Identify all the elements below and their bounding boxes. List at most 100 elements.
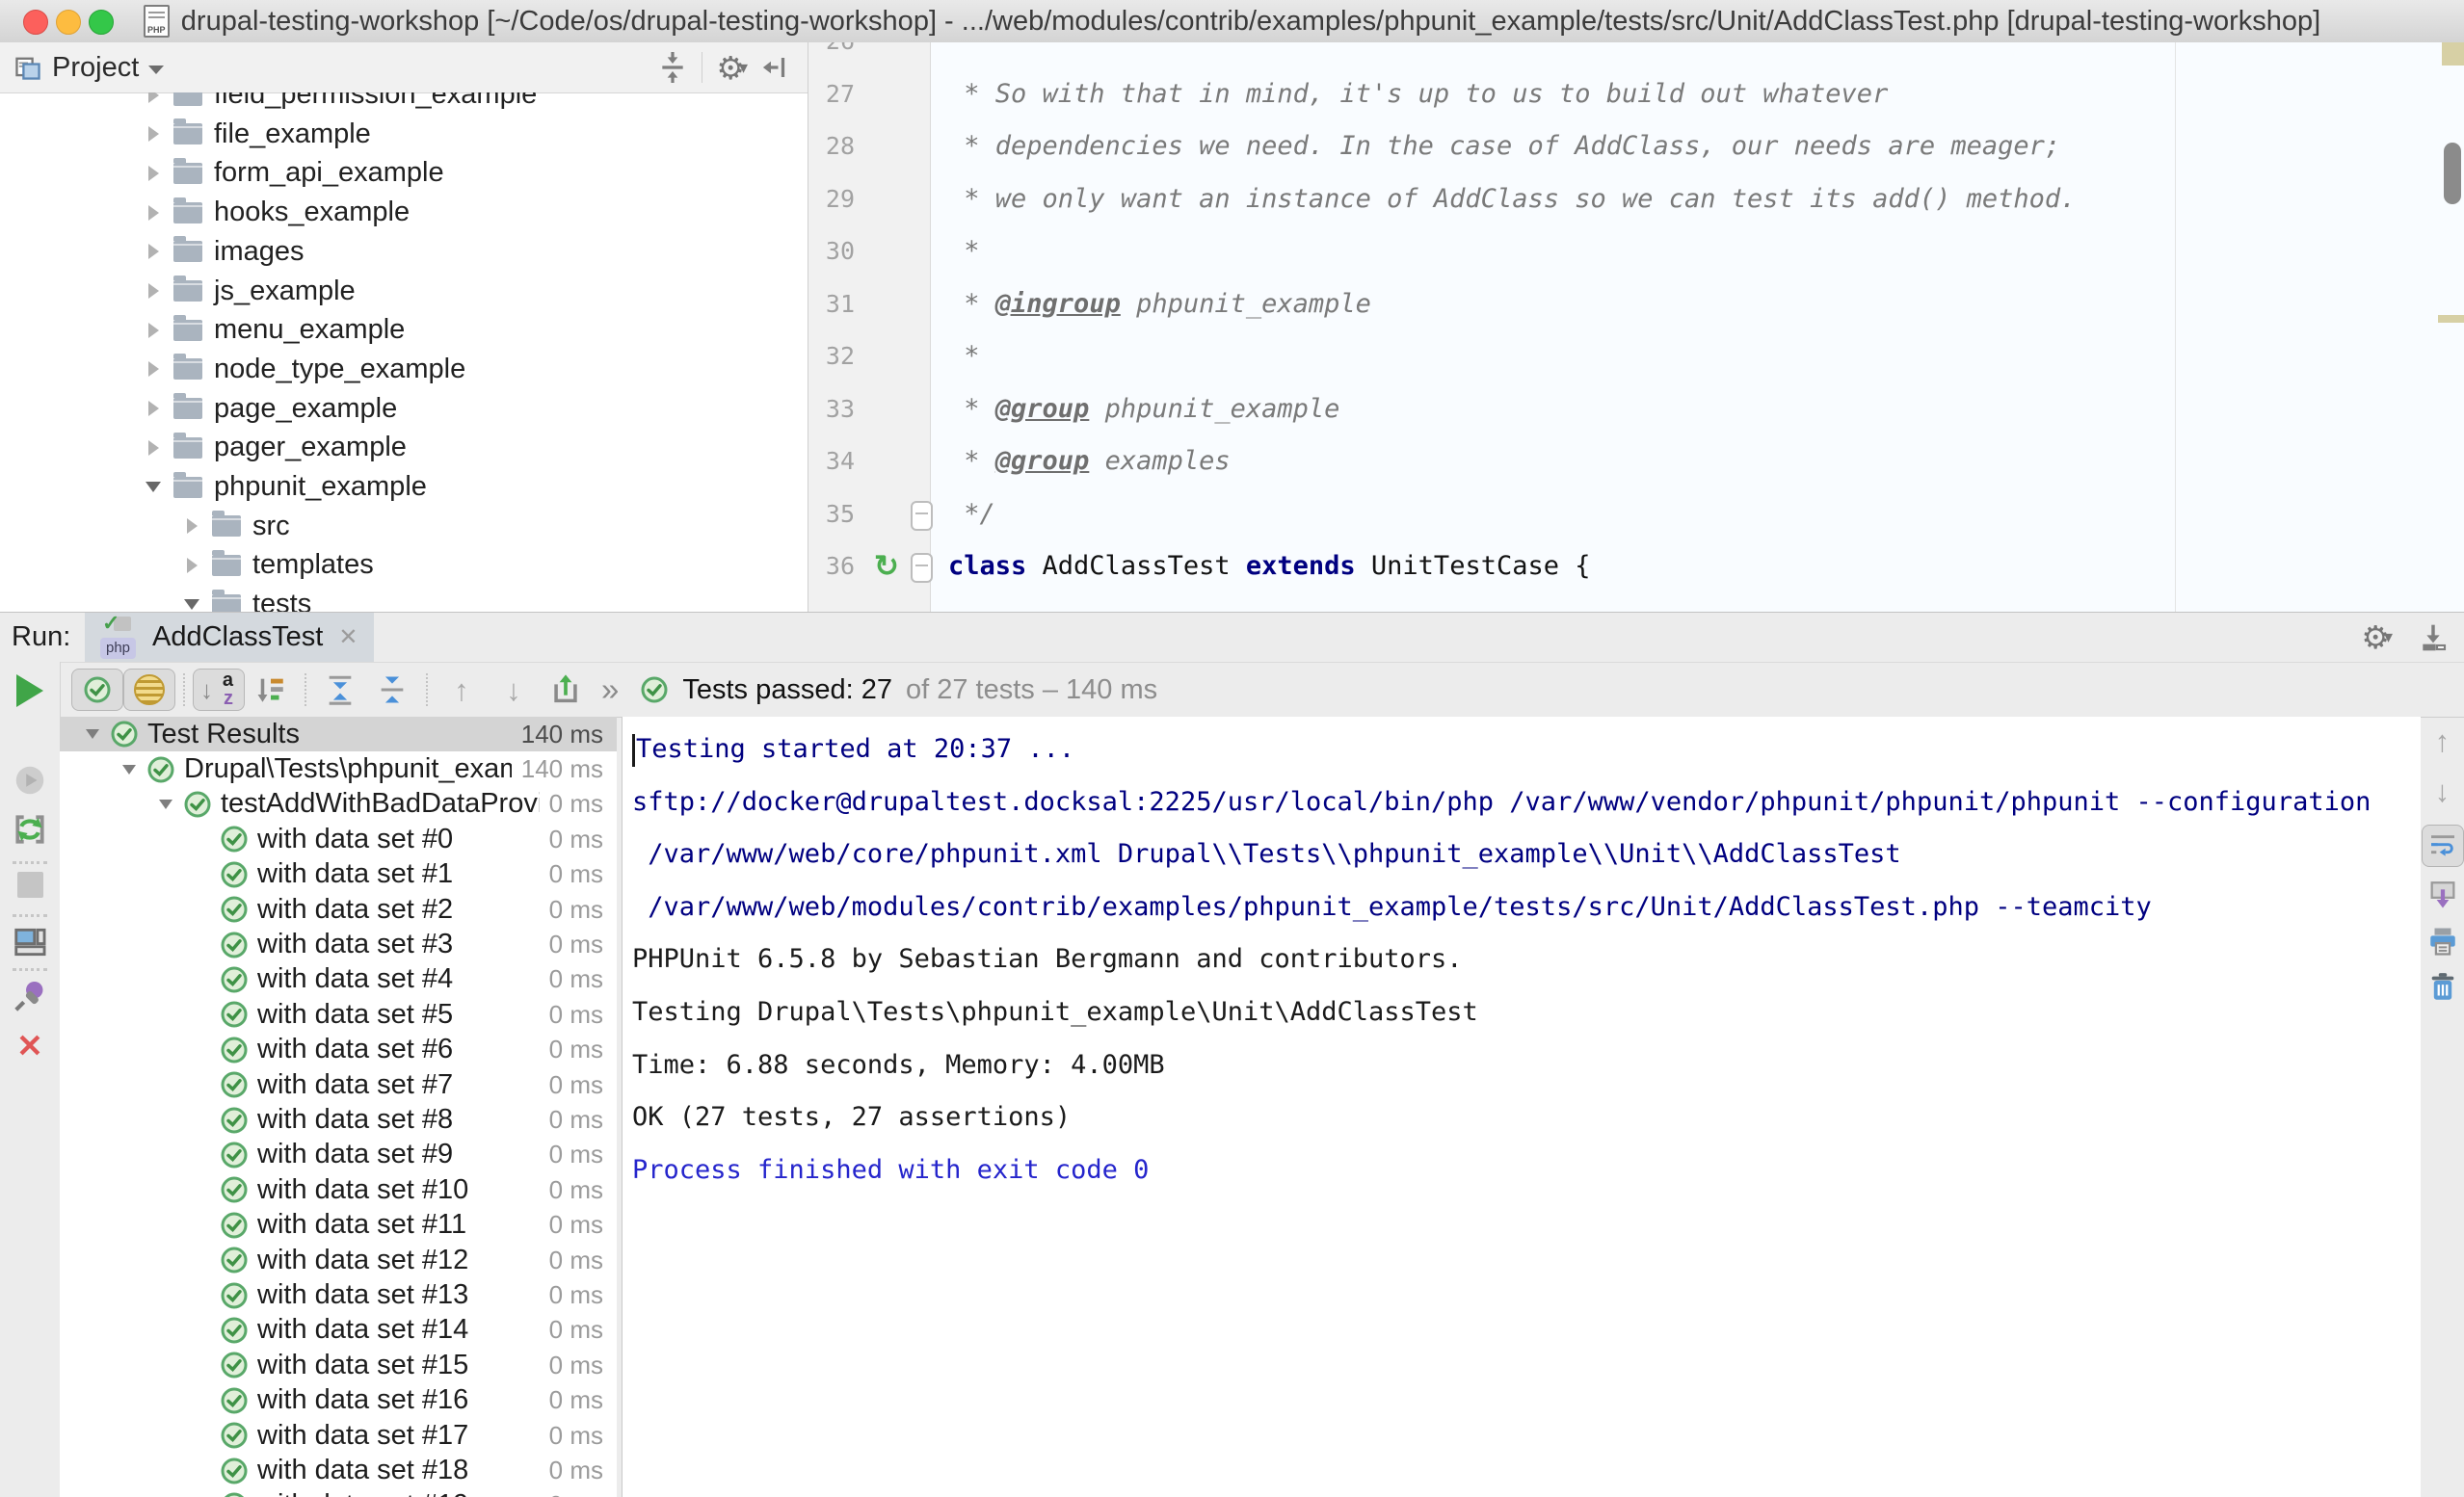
code-line[interactable]: * [931,42,980,68]
editor-line[interactable]: 29 * we only want an instance of AddClas… [808,173,2464,226]
chevron-expanded-icon[interactable] [181,599,202,610]
project-tree-item[interactable]: file_example [0,115,808,154]
editor-line[interactable]: 33 * @group phpunit_example [808,383,2464,436]
stop-button[interactable] [0,872,60,898]
error-stripe-marker[interactable] [2442,42,2464,66]
test-tree-row[interactable]: with data set #30 ms [60,927,617,961]
rerun-tests-button[interactable] [0,674,60,707]
editor-line[interactable]: 35 */ [808,488,2464,541]
project-tree-item[interactable]: pager_example [0,428,808,467]
editor-line[interactable]: 28 * dependencies we need. In the case o… [808,120,2464,173]
test-tree-row[interactable]: with data set #170 ms [60,1418,617,1453]
hide-panel-icon[interactable] [761,53,790,82]
test-tree-row[interactable]: with data set #90 ms [60,1138,617,1172]
test-tree-row[interactable]: with data set #100 ms [60,1172,617,1207]
editor-line[interactable]: 30 * [808,225,2464,278]
chevron-collapsed-icon[interactable] [181,558,202,573]
test-tree-row[interactable]: Test Results140 ms [60,717,617,751]
test-tree-row[interactable]: with data set #120 ms [60,1243,617,1277]
chevron-collapsed-icon[interactable] [143,283,164,299]
project-tree-item[interactable]: menu_example [0,310,808,350]
editor-line[interactable]: 36↻class AddClassTest extends UnitTestCa… [808,540,2464,593]
project-tree-item[interactable]: tests [0,585,808,612]
test-tree-row[interactable]: with data set #140 ms [60,1313,617,1348]
editor-line[interactable]: 32 * [808,330,2464,383]
toggle-auto-test-button[interactable] [0,811,60,848]
editor-line[interactable]: 26 * [808,42,2464,68]
project-settings-button[interactable]: ⚙▾ [716,52,748,84]
code-editor[interactable]: 26 *27 * So with that in mind, it's up t… [808,42,2464,612]
test-tree-row[interactable]: with data set #70 ms [60,1067,617,1102]
project-tree-item[interactable]: js_example [0,272,808,311]
project-tree-item[interactable]: src [0,507,808,546]
close-run-panel-button[interactable]: ✕ [0,1030,60,1062]
test-tree-row[interactable]: with data set #40 ms [60,962,617,997]
fold-marker-icon[interactable] [911,553,933,583]
test-tree-row[interactable]: with data set #00 ms [60,822,617,856]
editor-line[interactable]: 31 * @ingroup phpunit_example [808,278,2464,331]
fold-marker-icon[interactable] [911,501,933,531]
code-line[interactable]: * @group phpunit_example [931,383,1339,436]
chevron-collapsed-icon[interactable] [143,244,164,259]
run-console[interactable]: Testing started at 20:37 ...sftp://docke… [622,717,2421,1497]
chevron-collapsed-icon[interactable] [143,205,164,221]
print-button[interactable] [2421,925,2464,958]
chevron-expanded-icon[interactable] [154,800,177,809]
test-tree-row[interactable]: with data set #20 ms [60,892,617,927]
project-tree-item[interactable]: form_api_example [0,153,808,193]
sort-alphabetically-button[interactable]: ↓az [193,669,245,711]
editor-scrollbar[interactable] [2444,143,2461,204]
rerun-failed-tests-button[interactable] [0,763,60,798]
chevron-collapsed-icon[interactable] [143,323,164,338]
scroll-from-source-icon[interactable] [657,52,688,83]
test-tree-row[interactable]: Drupal\Tests\phpunit_examp140 ms [60,751,617,786]
sort-by-duration-button[interactable] [245,669,297,711]
test-tree-row[interactable]: with data set #10 ms [60,857,617,892]
chevron-collapsed-icon[interactable] [143,361,164,377]
titlebar[interactable]: PHP drupal-testing-workshop [~/Code/os/d… [0,0,2464,43]
error-stripe-marker[interactable] [2438,315,2464,323]
code-line[interactable]: * [931,225,980,278]
chevron-expanded-icon[interactable] [118,765,141,775]
scroll-up-button[interactable]: ↑ [2421,726,2464,756]
test-tree-row[interactable]: with data set #160 ms [60,1383,617,1418]
scroll-to-end-button[interactable] [2421,879,2464,911]
editor-line[interactable]: 34 * @group examples [808,435,2464,488]
chevron-collapsed-icon[interactable] [143,166,164,181]
test-tree-row[interactable]: with data set #50 ms [60,997,617,1032]
project-tree-item[interactable]: hooks_example [0,193,808,232]
restore-layout-button[interactable] [0,924,60,960]
code-line[interactable]: * So with that in mind, it's up to us to… [931,68,1888,121]
expand-all-button[interactable] [314,669,366,711]
import-export-results-button[interactable] [540,669,592,711]
code-line[interactable]: * we only want an instance of AddClass s… [931,173,2076,226]
previous-failed-test-button[interactable]: ↑ [436,669,488,711]
code-line[interactable]: * [931,330,980,383]
scroll-down-button[interactable]: ↓ [2421,776,2464,806]
next-failed-test-button[interactable]: ↓ [488,669,540,711]
project-tree-item[interactable]: templates [0,545,808,585]
editor-line[interactable]: 27 * So with that in mind, it's up to us… [808,68,2464,121]
test-tree-row[interactable]: with data set #130 ms [60,1277,617,1312]
more-options-chevron[interactable]: » [601,671,619,708]
show-passed-button[interactable] [71,669,123,711]
code-line[interactable]: class AddClassTest extends UnitTestCase … [931,540,1591,593]
chevron-expanded-icon[interactable] [143,482,164,492]
code-line[interactable]: * @group examples [931,435,1231,488]
code-line[interactable]: * dependencies we need. In the case of A… [931,120,2060,173]
test-tree-row[interactable]: with data set #150 ms [60,1348,617,1382]
chevron-collapsed-icon[interactable] [143,440,164,456]
chevron-expanded-icon[interactable] [81,729,104,739]
run-test-gutter-icon[interactable]: ↻ [874,540,899,593]
test-tree-row[interactable]: with data set #110 ms [60,1208,617,1243]
project-tree-item[interactable]: node_type_example [0,350,808,389]
project-tree-item[interactable]: phpunit_example [0,467,808,507]
test-tree-row[interactable]: testAddWithBadDataProvider0 ms [60,787,617,822]
run-tab-addclasstest[interactable]: ✓php AddClassTest ✕ [85,613,374,662]
pin-tab-button[interactable] [0,978,60,1014]
chevron-collapsed-icon[interactable] [181,518,202,534]
dock-panel-icon[interactable] [2418,622,2449,653]
close-tab-icon[interactable]: ✕ [338,623,358,651]
code-line[interactable]: * @ingroup phpunit_example [931,278,1371,331]
soft-wrap-button[interactable] [2421,825,2464,867]
